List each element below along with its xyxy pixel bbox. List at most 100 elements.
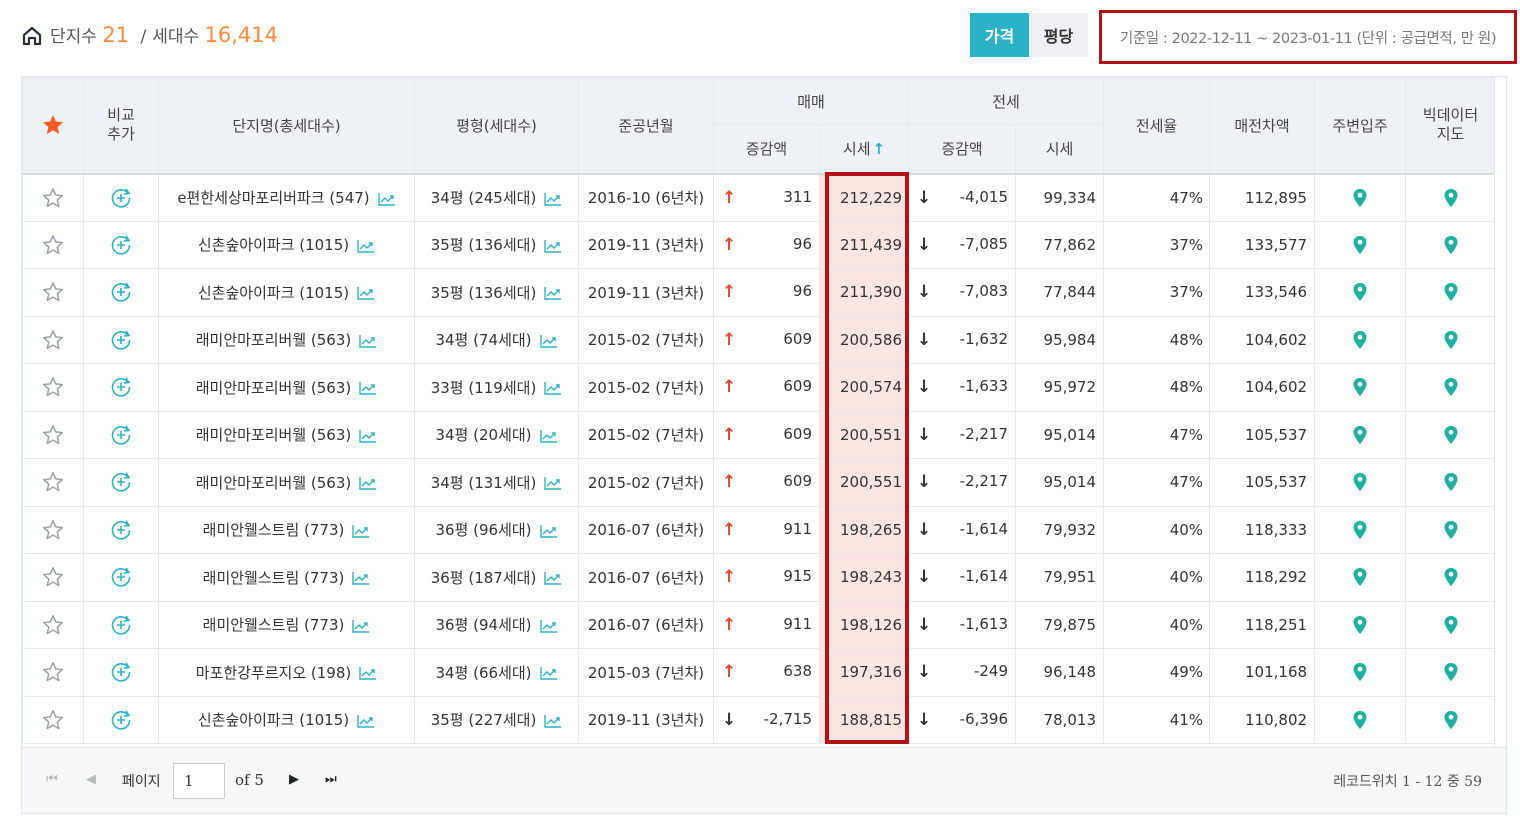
favorite-cell[interactable] bbox=[22, 648, 84, 697]
complex-name[interactable]: 래미안마포리버웰 (563) bbox=[196, 331, 352, 349]
trend-chart-icon[interactable] bbox=[544, 571, 562, 585]
table-row[interactable]: 래미안웰스트림 (773) 36평 (96세대) 2016-07 (6년차) ↑… bbox=[22, 505, 1497, 554]
pyeong-value[interactable]: 36평 (94세대) bbox=[435, 616, 531, 634]
trend-chart-icon[interactable] bbox=[544, 476, 562, 490]
jeonse-change-header[interactable]: 증감액 bbox=[908, 124, 1017, 174]
table-row[interactable]: 신촌숲아이파크 (1015) 35평 (227세대) 2019-11 (3년차)… bbox=[22, 695, 1497, 744]
trend-chart-icon[interactable] bbox=[352, 571, 370, 585]
trend-chart-icon[interactable] bbox=[539, 619, 558, 633]
gap-header[interactable]: 매전차액 bbox=[1209, 77, 1316, 174]
map-pin-icon[interactable] bbox=[1443, 472, 1459, 492]
pyeong-cell[interactable]: 35평 (136세대) bbox=[414, 220, 579, 269]
map-pin-icon[interactable] bbox=[1443, 330, 1459, 350]
pyeong-cell[interactable]: 36평 (96세대) bbox=[414, 505, 579, 554]
map-pin-icon[interactable] bbox=[1352, 377, 1368, 397]
map-pin-icon[interactable] bbox=[1443, 615, 1459, 635]
nearby-cell[interactable] bbox=[1314, 695, 1407, 744]
pyeong-value[interactable]: 36평 (187세대) bbox=[431, 569, 537, 587]
complex-name-cell[interactable]: 래미안웰스트림 (773) bbox=[158, 505, 415, 554]
trend-chart-icon[interactable] bbox=[357, 286, 375, 300]
compare-add-icon[interactable] bbox=[109, 518, 133, 542]
jeonse-rate-header[interactable]: 전세율 bbox=[1103, 77, 1211, 174]
star-outline-icon[interactable] bbox=[41, 518, 65, 542]
last-page-icon[interactable]: ⏭ bbox=[325, 772, 337, 787]
map-pin-icon[interactable] bbox=[1352, 330, 1368, 350]
map-pin-icon[interactable] bbox=[1443, 520, 1459, 540]
complex-name-cell[interactable]: 신촌숲아이파크 (1015) bbox=[158, 695, 415, 744]
bigdata-map-cell[interactable] bbox=[1405, 268, 1497, 317]
star-outline-icon[interactable] bbox=[41, 613, 65, 637]
trend-chart-icon[interactable] bbox=[377, 192, 396, 206]
compare-cell[interactable] bbox=[83, 172, 159, 222]
trend-chart-icon[interactable] bbox=[359, 334, 377, 348]
complex-name-cell[interactable]: 신촌숲아이파크 (1015) bbox=[158, 268, 415, 317]
complex-name-cell[interactable]: e편한세상마포리버파크 (547) bbox=[158, 172, 415, 222]
bigdata-map-cell[interactable] bbox=[1405, 505, 1497, 554]
pyeong-value[interactable]: 34평 (131세대) bbox=[431, 474, 537, 492]
nearby-cell[interactable] bbox=[1314, 363, 1407, 412]
favorite-cell[interactable] bbox=[22, 505, 84, 554]
complex-name-cell[interactable]: 래미안웰스트림 (773) bbox=[158, 600, 415, 649]
bigdata-map-cell[interactable] bbox=[1405, 363, 1497, 412]
pyeong-cell[interactable]: 33평 (119세대) bbox=[414, 363, 579, 412]
compare-cell[interactable] bbox=[83, 410, 159, 459]
complex-name[interactable]: 래미안웰스트림 (773) bbox=[203, 569, 345, 587]
compare-cell[interactable] bbox=[83, 505, 159, 554]
favorite-cell[interactable] bbox=[22, 315, 84, 364]
map-pin-icon[interactable] bbox=[1352, 472, 1368, 492]
compare-add-icon[interactable] bbox=[109, 233, 133, 257]
trend-chart-icon[interactable] bbox=[359, 381, 377, 395]
complex-name-cell[interactable]: 래미안마포리버웰 (563) bbox=[158, 363, 415, 412]
favorite-cell[interactable] bbox=[22, 220, 84, 269]
trend-chart-icon[interactable] bbox=[357, 239, 375, 253]
pyeong-value[interactable]: 36평 (96세대) bbox=[435, 521, 531, 539]
nearby-cell[interactable] bbox=[1314, 172, 1407, 222]
trend-chart-icon[interactable] bbox=[544, 239, 562, 253]
first-page-icon[interactable]: ⏮ bbox=[46, 772, 58, 787]
compare-add-icon[interactable] bbox=[109, 280, 133, 304]
trend-chart-icon[interactable] bbox=[539, 429, 558, 443]
pyeong-value[interactable]: 34평 (20세대) bbox=[435, 426, 531, 444]
star-outline-icon[interactable] bbox=[41, 280, 65, 304]
pyeong-cell[interactable]: 34평 (131세대) bbox=[414, 458, 579, 507]
compare-add-icon[interactable] bbox=[109, 660, 133, 684]
map-pin-icon[interactable] bbox=[1443, 235, 1459, 255]
table-row[interactable]: 신촌숲아이파크 (1015) 35평 (136세대) 2019-11 (3년차)… bbox=[22, 268, 1497, 317]
complex-name[interactable]: 래미안웰스트림 (773) bbox=[203, 616, 345, 634]
table-row[interactable]: 래미안마포리버웰 (563) 34평 (74세대) 2015-02 (7년차) … bbox=[22, 315, 1497, 364]
compare-cell[interactable] bbox=[83, 268, 159, 317]
compare-cell[interactable] bbox=[83, 315, 159, 364]
compare-add-icon[interactable] bbox=[109, 708, 133, 732]
table-row[interactable]: 래미안웰스트림 (773) 36평 (94세대) 2016-07 (6년차) ↑… bbox=[22, 600, 1497, 649]
compare-cell[interactable] bbox=[83, 600, 159, 649]
pyeong-cell[interactable]: 35평 (136세대) bbox=[414, 268, 579, 317]
pyeong-cell[interactable]: 36평 (187세대) bbox=[414, 553, 579, 602]
compare-cell[interactable] bbox=[83, 648, 159, 697]
trend-chart-icon[interactable] bbox=[539, 334, 558, 348]
pyeong-value[interactable]: 35평 (227세대) bbox=[431, 711, 537, 729]
star-outline-icon[interactable] bbox=[41, 375, 65, 399]
map-pin-icon[interactable] bbox=[1443, 377, 1459, 397]
trend-chart-icon[interactable] bbox=[544, 192, 562, 206]
compare-cell[interactable] bbox=[83, 458, 159, 507]
name-header[interactable]: 단지명(총세대수) bbox=[158, 77, 415, 174]
compare-cell[interactable] bbox=[83, 553, 159, 602]
built-header[interactable]: 준공년월 bbox=[578, 77, 714, 174]
complex-name[interactable]: e편한세상마포리버파크 (547) bbox=[177, 189, 369, 207]
nearby-cell[interactable] bbox=[1314, 553, 1407, 602]
bigdata-map-cell[interactable] bbox=[1405, 315, 1497, 364]
jeonse-price-header[interactable]: 시세 bbox=[1015, 124, 1105, 174]
table-row[interactable]: 래미안마포리버웰 (563) 33평 (119세대) 2015-02 (7년차)… bbox=[22, 363, 1497, 412]
trend-chart-icon[interactable] bbox=[539, 666, 558, 680]
star-outline-icon[interactable] bbox=[41, 423, 65, 447]
pyeong-cell[interactable]: 36평 (94세대) bbox=[414, 600, 579, 649]
compare-cell[interactable] bbox=[83, 363, 159, 412]
map-pin-icon[interactable] bbox=[1443, 662, 1459, 682]
complex-name[interactable]: 신촌숲아이파크 (1015) bbox=[198, 711, 349, 729]
pyeong-cell[interactable]: 34평 (20세대) bbox=[414, 410, 579, 459]
bigdata-map-cell[interactable] bbox=[1405, 220, 1497, 269]
trend-chart-icon[interactable] bbox=[544, 286, 562, 300]
bigdata-map-cell[interactable] bbox=[1405, 172, 1497, 222]
pyeong-value[interactable]: 34평 (66세대) bbox=[435, 664, 531, 682]
table-row[interactable]: e편한세상마포리버파크 (547) 34평 (245세대) 2016-10 (6… bbox=[22, 172, 1497, 222]
